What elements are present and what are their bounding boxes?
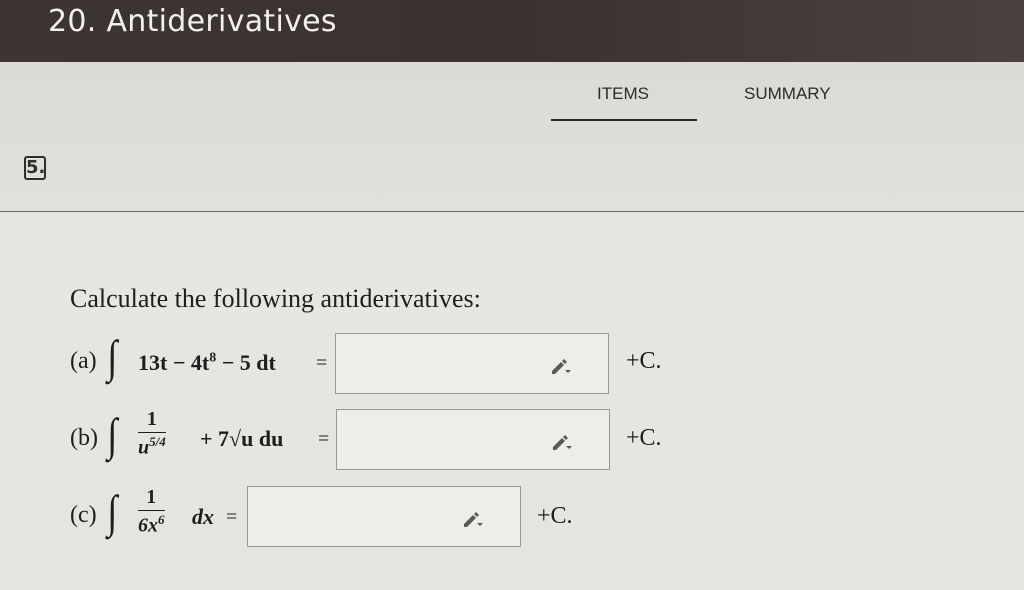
part-b-constant: +C. [626,425,662,451]
active-tab-indicator [551,119,697,121]
part-a-integrand: 13t − 4t8 − 5 dt [138,350,276,375]
part-b-fraction: 1 u5/4 [138,408,166,459]
part-b-rest: + 7√u du [200,426,284,451]
tab-summary[interactable]: SUMMARY [744,84,831,104]
integral-sign: ∫ [107,486,118,537]
question-prompt: Calculate the following antiderivatives: [70,284,481,313]
part-b-answer-input[interactable] [336,409,610,470]
page-title: 20. Antiderivatives [48,4,337,39]
part-c-differential: dx [192,504,214,529]
part-c-answer-input[interactable] [247,486,521,547]
pencil-dropdown-icon[interactable] [461,509,485,529]
pencil-dropdown-icon[interactable] [549,356,573,376]
part-a-answer-input[interactable] [335,333,609,394]
part-a-label: (a) [70,348,97,374]
part-b-equals: = [318,428,330,450]
question-header: ITEMS SUMMARY 5. [0,62,1024,212]
part-a-equals: = [316,352,328,374]
part-c-fraction: 1 6x6 [138,486,165,537]
pencil-dropdown-icon[interactable] [550,432,574,452]
part-a-constant: +C. [626,348,662,374]
part-b-label: (b) [70,425,98,451]
question-content: Calculate the following antiderivatives:… [0,212,1024,590]
tab-items[interactable]: ITEMS [597,84,649,104]
integral-sign: ∫ [107,409,118,460]
part-c-label: (c) [70,502,97,528]
top-bar: 20. Antiderivatives [0,0,1024,62]
part-c-equals: = [226,506,238,528]
integral-sign: ∫ [107,331,118,382]
part-c-constant: +C. [537,503,573,529]
question-number-badge: 5. [24,156,46,180]
